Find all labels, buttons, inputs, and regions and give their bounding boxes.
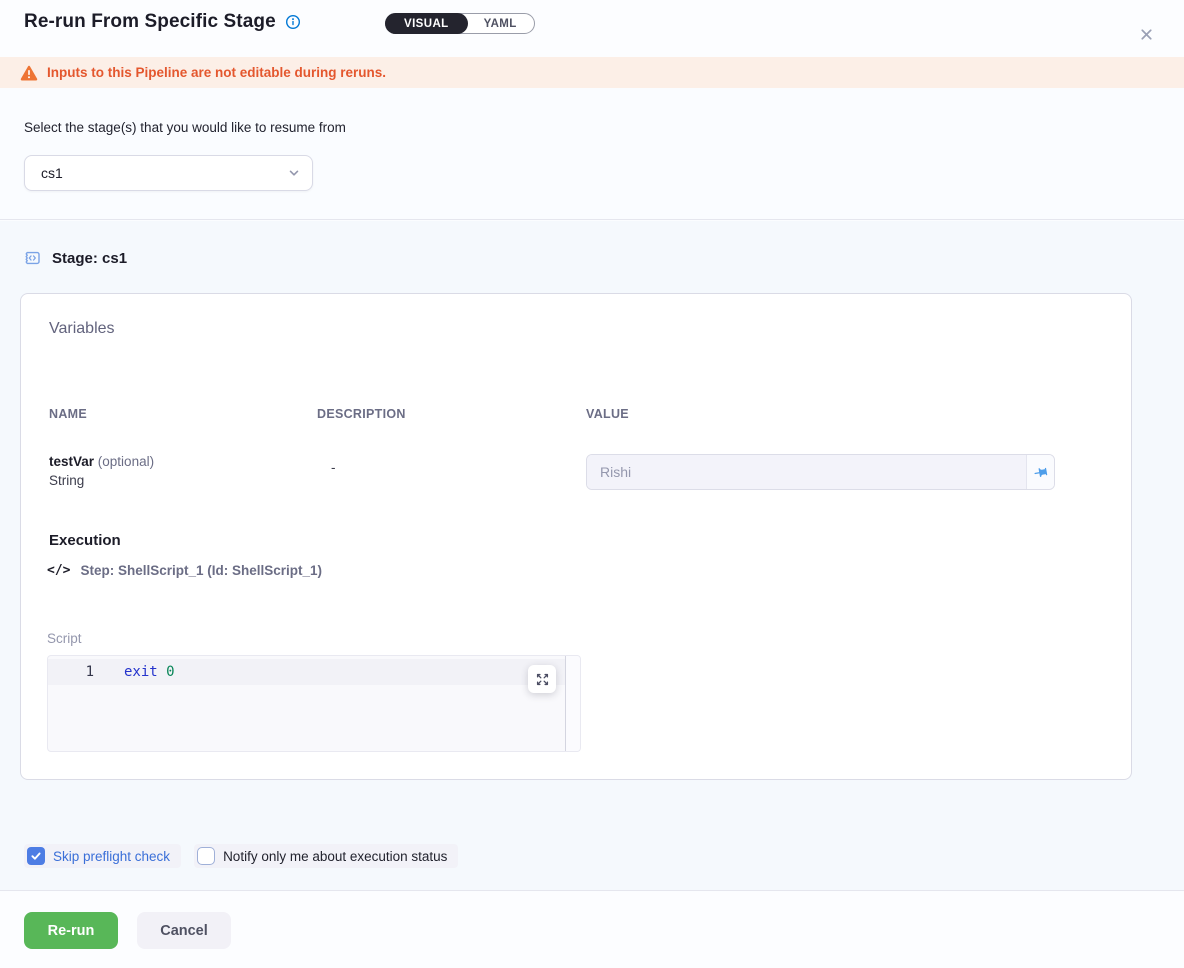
page-title: Re-run From Specific Stage <box>24 11 276 33</box>
modal-header: Re-run From Specific Stage VISUAL YAML <box>0 0 1184 57</box>
code-keyword: exit <box>124 664 158 680</box>
stage-select-dropdown[interactable]: cs1 <box>24 155 313 191</box>
close-button[interactable] <box>1136 24 1156 44</box>
stage-title: Stage: cs1 <box>52 250 127 267</box>
variable-row-name-cell: testVar (optional) String <box>49 452 154 490</box>
variable-value-field <box>586 454 1055 490</box>
variable-description: - <box>331 460 336 475</box>
editor-scrollbar[interactable] <box>565 656 580 751</box>
fullscreen-expand-icon <box>536 673 549 686</box>
skip-preflight-label: Skip preflight check <box>53 849 170 864</box>
code-argument: 0 <box>166 664 174 680</box>
notify-me-checkbox[interactable] <box>197 847 215 865</box>
notify-me-label: Notify only me about execution status <box>223 849 447 864</box>
expand-editor-button[interactable] <box>528 665 556 693</box>
variable-name: testVar <box>49 454 94 469</box>
custom-stage-icon <box>22 248 42 268</box>
stage-section: Stage: cs1 Variables NAME DESCRIPTION VA… <box>0 221 1184 891</box>
script-code-editor[interactable]: 1 exit 0 <box>47 655 581 752</box>
stage-select-section: Select the stage(s) that you would like … <box>0 88 1184 220</box>
rerun-button[interactable]: Re-run <box>24 912 118 949</box>
column-header-description: DESCRIPTION <box>317 407 406 421</box>
variable-optional-note: (optional) <box>98 454 154 469</box>
modal-footer: Re-run Cancel <box>0 892 1184 968</box>
stage-select-label: Select the stage(s) that you would like … <box>24 120 346 135</box>
column-header-value: VALUE <box>586 407 629 421</box>
tab-yaml[interactable]: YAML <box>467 14 534 33</box>
pin-input-type-button[interactable] <box>1026 455 1054 489</box>
line-number: 1 <box>48 664 94 680</box>
column-header-name: NAME <box>49 407 87 421</box>
warning-triangle-icon <box>20 65 38 81</box>
stage-inputs-card: Variables NAME DESCRIPTION VALUE testVar… <box>20 293 1132 780</box>
variable-type: String <box>49 471 154 490</box>
stage-select-value: cs1 <box>41 165 63 181</box>
pin-icon <box>1030 461 1051 482</box>
cancel-button[interactable]: Cancel <box>137 912 231 949</box>
variables-heading: Variables <box>49 320 115 338</box>
info-icon[interactable] <box>285 14 301 30</box>
variable-value-input[interactable] <box>587 455 1026 489</box>
script-field-label: Script <box>47 631 82 646</box>
notify-me-option[interactable]: Notify only me about execution status <box>194 844 458 868</box>
warning-banner: Inputs to this Pipeline are not editable… <box>0 57 1184 88</box>
step-label: Step: ShellScript_1 (Id: ShellScript_1) <box>80 563 322 578</box>
code-text: exit 0 <box>124 664 175 680</box>
visual-yaml-toggle: VISUAL YAML <box>385 13 535 34</box>
execution-heading: Execution <box>49 532 121 549</box>
close-icon <box>1139 27 1154 42</box>
skip-preflight-checkbox[interactable] <box>27 847 45 865</box>
warning-banner-text: Inputs to this Pipeline are not editable… <box>47 65 386 80</box>
chevron-down-icon <box>287 166 301 180</box>
skip-preflight-option[interactable]: Skip preflight check <box>24 844 181 868</box>
checkmark-icon <box>30 850 42 862</box>
code-line: 1 exit 0 <box>48 659 565 685</box>
tab-visual[interactable]: VISUAL <box>385 13 468 34</box>
code-step-icon: </> <box>47 563 70 578</box>
